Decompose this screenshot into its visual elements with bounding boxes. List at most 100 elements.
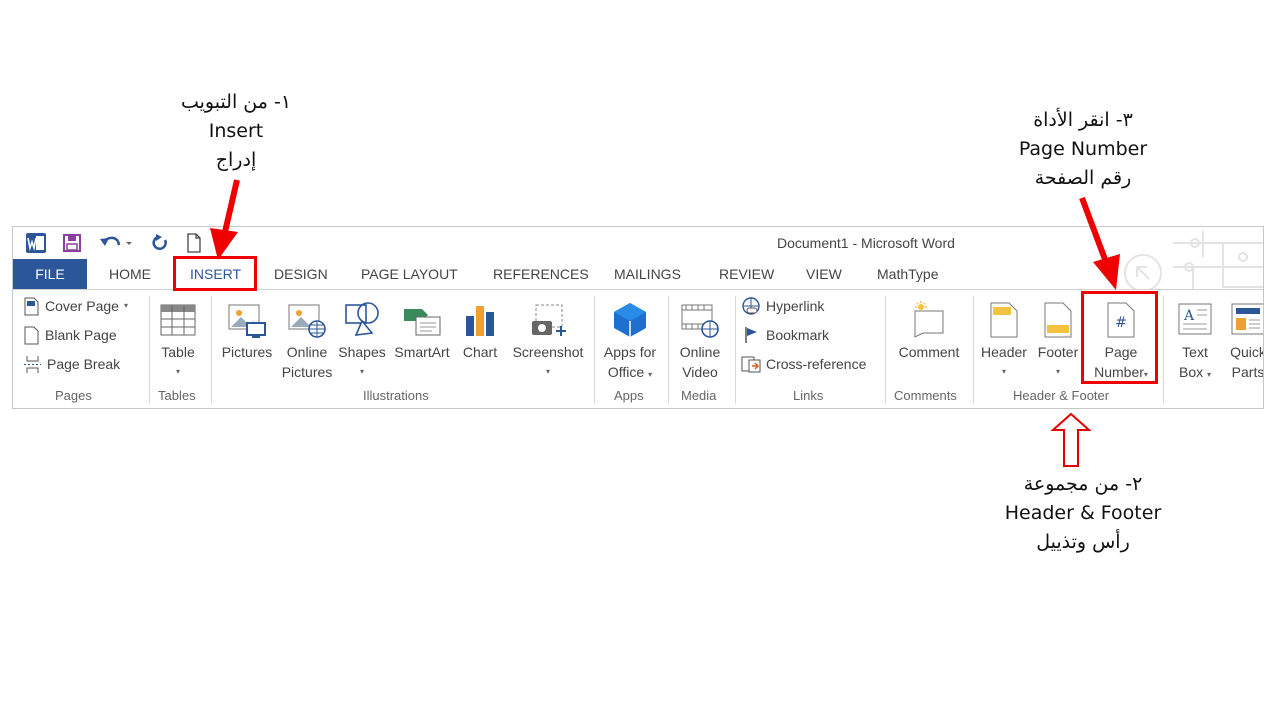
group-separator xyxy=(1163,296,1164,404)
group-label-links: Links xyxy=(793,388,824,403)
chart-button[interactable]: Chart xyxy=(457,298,503,362)
smartart-button[interactable]: SmartArt xyxy=(387,298,457,362)
chevron-down-icon: ▾ xyxy=(1207,370,1212,379)
cover-page-label: Cover Page xyxy=(45,298,119,314)
blank-page-button[interactable]: Blank Page xyxy=(23,323,117,347)
footer-icon xyxy=(1044,302,1072,338)
header-icon xyxy=(990,302,1018,338)
redo-icon[interactable] xyxy=(147,230,173,256)
shapes-button[interactable]: Shapes ▾ xyxy=(337,298,387,382)
tab-file[interactable]: FILE xyxy=(13,259,87,289)
annotation-step-2: ٢- من مجموعة Header & Footer رأس وتذييل xyxy=(990,470,1176,557)
chevron-down-icon: ▾ xyxy=(545,367,550,376)
quick-parts-button[interactable]: Quick Parts xyxy=(1223,298,1264,382)
footer-label: Footer xyxy=(1037,344,1079,360)
group-label-media: Media xyxy=(681,388,717,403)
apps-label-1: Apps for xyxy=(603,344,657,360)
bookmark-icon xyxy=(745,327,757,343)
outline-up-arrow xyxy=(1050,412,1092,467)
bookmark-button[interactable]: Bookmark xyxy=(741,323,829,347)
tab-home[interactable]: HOME xyxy=(109,259,151,289)
annotation-step-1-line-2: Insert xyxy=(208,120,264,142)
group-label-tables: Tables xyxy=(158,388,196,403)
shapes-icon xyxy=(345,302,379,336)
tab-page-layout[interactable]: PAGE LAYOUT xyxy=(361,259,458,289)
annotation-step-3-line-1: ٣- انقر الأداة xyxy=(1033,109,1133,131)
tab-mailings[interactable]: MAILINGS xyxy=(614,259,681,289)
insert-tab-highlight xyxy=(173,256,257,291)
chevron-down-icon: ▾ xyxy=(359,367,364,376)
window-title: Document1 - Microsoft Word xyxy=(777,235,955,251)
apps-for-office-icon xyxy=(614,303,646,337)
online-pictures-button[interactable]: Online Pictures xyxy=(277,298,337,382)
text-box-label-2: Box xyxy=(1178,364,1204,380)
tab-design[interactable]: DESIGN xyxy=(274,259,328,289)
page-break-button[interactable]: Page Break xyxy=(23,352,120,376)
undo-icon[interactable] xyxy=(97,230,135,256)
quick-parts-label-1: Quick xyxy=(1230,344,1264,360)
footer-button[interactable]: Footer ▾ xyxy=(1031,298,1085,382)
pictures-icon xyxy=(228,304,266,338)
svg-text:A: A xyxy=(1183,308,1195,324)
tab-view[interactable]: VIEW xyxy=(806,259,842,289)
chart-icon xyxy=(466,306,494,336)
tab-review[interactable]: REVIEW xyxy=(719,259,774,289)
online-video-label-1: Online xyxy=(679,344,721,360)
shapes-label: Shapes xyxy=(338,344,386,360)
screenshot-icon xyxy=(532,304,566,336)
cover-page-button[interactable]: Cover Page ▾ xyxy=(23,294,128,318)
comment-button[interactable]: Comment xyxy=(889,298,969,362)
chart-label: Chart xyxy=(462,344,498,360)
group-separator xyxy=(668,296,669,404)
text-box-icon: A xyxy=(1178,303,1212,335)
cross-reference-label: Cross-reference xyxy=(766,356,867,372)
apps-for-office-button[interactable]: Apps for Office ▾ xyxy=(597,298,663,385)
annotation-step-2-line-2: Header & Footer xyxy=(1004,502,1162,524)
smartart-icon xyxy=(404,309,441,336)
ribbon-body: Cover Page ▾ Blank Page Page Break Pages … xyxy=(13,289,1264,408)
bookmark-label: Bookmark xyxy=(766,327,830,343)
chevron-down-icon: ▾ xyxy=(648,370,653,379)
chevron-down-icon: ▾ xyxy=(1001,367,1006,376)
apps-label-2: Office xyxy=(607,364,645,380)
cross-reference-button[interactable]: Cross-reference xyxy=(741,352,866,376)
group-label-apps: Apps xyxy=(614,388,644,403)
word-icon xyxy=(23,230,49,256)
annotation-step-3: ٣- انقر الأداة Page Number رقم الصفحة xyxy=(990,106,1176,193)
blank-page-label: Blank Page xyxy=(45,327,117,343)
annotation-step-2-line-3: رأس وتذييل xyxy=(1036,531,1130,553)
annotation-step-3-line-2: Page Number xyxy=(1018,138,1148,160)
new-document-icon[interactable] xyxy=(181,230,207,256)
table-icon xyxy=(160,304,196,336)
annotation-step-2-line-1: ٢- من مجموعة xyxy=(1023,473,1143,495)
hyperlink-button[interactable]: Hyperlink xyxy=(741,294,824,318)
save-icon[interactable] xyxy=(59,230,85,256)
screenshot-label: Screenshot xyxy=(512,344,584,360)
tab-references[interactable]: REFERENCES xyxy=(493,259,589,289)
group-separator xyxy=(885,296,886,404)
header-button[interactable]: Header ▾ xyxy=(977,298,1031,382)
tab-mathtype[interactable]: MathType xyxy=(877,259,938,289)
online-pictures-label-2: Pictures xyxy=(281,364,333,380)
screenshot-button[interactable]: Screenshot ▾ xyxy=(507,298,589,382)
quick-parts-label-2: Parts xyxy=(1231,364,1264,380)
page-number-highlight xyxy=(1081,291,1158,384)
table-button[interactable]: Table ▾ xyxy=(153,298,203,382)
title-bar: Document1 - Microsoft Word xyxy=(13,227,1263,259)
online-video-button[interactable]: Online Video xyxy=(671,298,729,382)
smartart-label: SmartArt xyxy=(394,344,450,360)
cover-page-icon xyxy=(24,297,39,315)
annotation-step-1: ١- من التبويب Insert إدراج xyxy=(160,88,312,175)
pictures-button[interactable]: Pictures xyxy=(217,298,277,362)
chevron-down-icon: ▾ xyxy=(1055,367,1060,376)
group-label-header-footer: Header & Footer xyxy=(1013,388,1110,403)
group-separator xyxy=(594,296,595,404)
online-video-label-2: Video xyxy=(682,364,718,380)
group-separator xyxy=(735,296,736,404)
online-video-icon xyxy=(681,304,719,338)
text-box-button[interactable]: A Text Box ▾ xyxy=(1167,298,1223,385)
blank-page-icon xyxy=(24,326,39,344)
group-separator xyxy=(211,296,212,404)
comment-icon xyxy=(914,301,944,338)
annotation-step-3-line-3: رقم الصفحة xyxy=(1034,167,1132,189)
